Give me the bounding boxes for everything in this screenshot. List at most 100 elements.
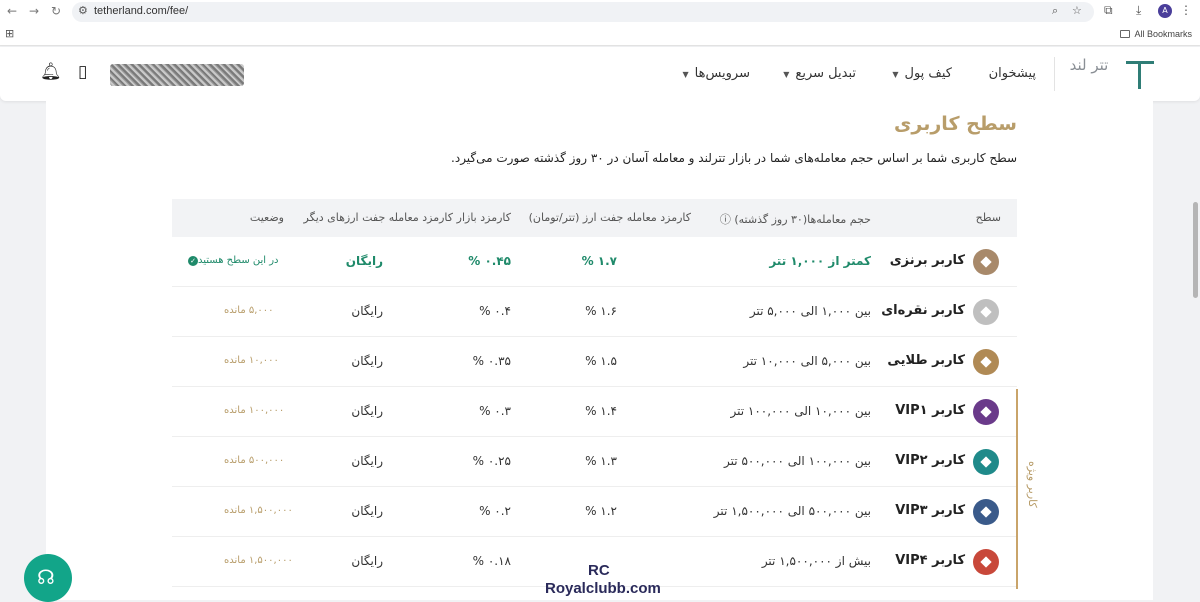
page-title: سطح کاربری <box>894 113 1017 135</box>
extensions-icon[interactable]: ⧉ <box>1104 3 1113 18</box>
table-body: کاربر برنزی کمتر از ۱,۰۰۰ تتر ۱.۷ % ۰.۴۵ % ر… <box>172 237 1017 587</box>
status-remaining: ۵۰۰,۰۰۰ مانده <box>224 455 285 466</box>
status-remaining: ۵,۰۰۰ مانده <box>224 305 274 316</box>
header-level: سطح <box>975 211 1001 224</box>
table-row: کاربر VIP۲ بین ۱۰۰,۰۰۰ الی ۵۰۰,۰۰۰ تتر ۱.۳… <box>172 437 1017 487</box>
volume-cell: بین ۵۰۰,۰۰۰ الی ۱,۵۰۰,۰۰۰ تتر <box>713 504 871 518</box>
volume-cell: بین ۵,۰۰۰ الی ۱۰,۰۰۰ تتر <box>743 354 871 368</box>
level-name: کاربر VIP۱ <box>895 403 965 418</box>
nav-wallet[interactable]: کیف پول▼ <box>892 66 952 81</box>
table-row: کاربر برنزی کمتر از ۱,۰۰۰ تتر ۱.۷ % ۰.۴۵ % ر… <box>172 237 1017 287</box>
fee-table: سطح حجم معامله‌ها(۳۰ روز گذشته) ⓘ کارمزد… <box>172 199 1017 587</box>
level-name: کاربر VIP۳ <box>895 503 965 518</box>
other-fee-cell: رایگان <box>351 554 383 568</box>
mobile-icon[interactable]: ▯ <box>78 62 87 82</box>
level-badge-icon <box>973 549 999 575</box>
nav-services[interactable]: سرویس‌ها▼ <box>682 66 750 81</box>
status-remaining: ۱,۵۰۰,۰۰۰ مانده <box>224 505 293 516</box>
bookmark-star-icon[interactable]: ☆ <box>1072 4 1082 17</box>
vip-label: کاربر ویژه <box>1026 461 1039 508</box>
header-pair-fee: کارمزد معامله جفت ارز (تتر/تومان) <box>528 211 691 224</box>
site-info-icon[interactable]: ⚙ <box>78 4 88 17</box>
level-name: کاربر VIP۲ <box>895 453 965 468</box>
folder-icon <box>1120 30 1131 38</box>
watermark-logo: RC <box>588 562 610 579</box>
level-badge-icon <box>973 399 999 425</box>
level-badge-icon <box>973 299 999 325</box>
level-badge-icon <box>973 449 999 475</box>
market-fee-cell: ۰.۳ % <box>479 404 511 418</box>
pair-fee-cell: ۱.۶ % <box>585 304 617 318</box>
market-fee-cell: ۰.۲ % <box>479 504 511 518</box>
profile-avatar[interactable]: A <box>1158 4 1172 18</box>
table-header: سطح حجم معامله‌ها(۳۰ روز گذشته) ⓘ کارمزد… <box>172 199 1017 237</box>
main-content: سطح کاربری سطح کاربری شما بر اساس حجم مع… <box>46 101 1153 600</box>
pair-fee-cell: ۱.۷ % <box>581 254 617 268</box>
other-fee-cell: رایگان <box>351 354 383 368</box>
check-circle-icon: ✓ <box>188 256 198 266</box>
notification-bell-icon[interactable]: 🔔︎ <box>40 62 62 82</box>
table-row: کاربر طلایی بین ۵,۰۰۰ الی ۱۰,۰۰۰ تتر ۱.۵ %… <box>172 337 1017 387</box>
volume-cell: بین ۱۰,۰۰۰ الی ۱۰۰,۰۰۰ تتر <box>730 404 872 418</box>
chevron-down-icon: ▼ <box>783 70 790 79</box>
all-bookmarks-button[interactable]: All Bookmarks <box>1120 29 1192 39</box>
other-fee-cell: رایگان <box>351 304 383 318</box>
level-badge-icon <box>973 349 999 375</box>
status-remaining: ۱,۵۰۰,۰۰۰ مانده <box>224 555 293 566</box>
nav-quick-exchange[interactable]: تبدیل سریع▼ <box>783 66 856 81</box>
status-current: در این سطح هستید✓ <box>184 255 279 266</box>
user-info-blurred[interactable] <box>110 64 244 86</box>
bookmarks-bar: ⊞ All Bookmarks <box>0 26 1200 46</box>
header-volume: حجم معامله‌ها(۳۰ روز گذشته) ⓘ <box>719 213 871 226</box>
volume-cell: کمتر از ۱,۰۰۰ تتر <box>769 254 871 268</box>
logo-text[interactable]: تتر لند <box>1066 57 1112 73</box>
url-text[interactable]: tetherland.com/fee/ <box>94 5 188 17</box>
header-market-fee: کارمزد بازار <box>456 211 511 224</box>
tetherland-logo-icon[interactable] <box>1126 61 1154 89</box>
table-row: کاربر VIP۱ بین ۱۰,۰۰۰ الی ۱۰۰,۰۰۰ تتر ۱.۴ … <box>172 387 1017 437</box>
page-scrollbar[interactable] <box>1193 202 1198 298</box>
volume-cell: بیش از ۱,۵۰۰,۰۰۰ تتر <box>761 554 871 568</box>
header-status: وضعیت <box>249 211 284 224</box>
table-row: کاربر VIP۳ بین ۵۰۰,۰۰۰ الی ۱,۵۰۰,۰۰۰ تتر ۱… <box>172 487 1017 537</box>
chevron-down-icon: ▼ <box>892 70 899 79</box>
level-name: کاربر برنزی <box>889 253 965 268</box>
market-fee-cell: ۰.۳۵ % <box>472 354 511 368</box>
watermark-text: Royalclubb.com <box>545 580 661 597</box>
apps-grid-icon[interactable]: ⊞ <box>5 27 14 40</box>
other-fee-cell: رایگان <box>351 504 383 518</box>
status-remaining: ۱۰۰,۰۰۰ مانده <box>224 405 285 416</box>
market-fee-cell: ۰.۲۵ % <box>472 454 511 468</box>
back-icon[interactable]: ← <box>4 3 20 19</box>
download-icon[interactable]: ⤓ <box>1136 3 1141 18</box>
pair-fee-cell: ۱.۲ % <box>585 504 617 518</box>
header-divider <box>1054 57 1055 91</box>
forward-icon[interactable]: → <box>26 3 42 19</box>
info-icon[interactable]: ⓘ <box>720 213 731 226</box>
market-fee-cell: ۰.۱۸ % <box>472 554 511 568</box>
volume-cell: بین ۱۰۰,۰۰۰ الی ۵۰۰,۰۰۰ تتر <box>724 454 871 468</box>
zoom-icon[interactable]: ⌕ <box>1052 4 1058 18</box>
site-header: تتر لند پیشخوان کیف پول▼ تبدیل سریع▼ سرو… <box>0 47 1200 101</box>
header-other-fee: کارمزد معامله جفت ارزهای دیگر <box>303 211 453 224</box>
chevron-down-icon: ▼ <box>682 70 689 79</box>
pair-fee-cell: ۱.۴ % <box>585 404 617 418</box>
level-name: کاربر طلایی <box>887 353 965 368</box>
table-row: کاربر نقره‌ای بین ۱,۰۰۰ الی ۵,۰۰۰ تتر ۱.۶ … <box>172 287 1017 337</box>
other-fee-cell: رایگان <box>351 454 383 468</box>
market-fee-cell: ۰.۴ % <box>479 304 511 318</box>
support-chat-button[interactable]: ☊ <box>24 554 72 602</box>
nav-counter[interactable]: پیشخوان <box>989 66 1036 81</box>
page-description: سطح کاربری شما بر اساس حجم معامله‌های شم… <box>451 151 1017 165</box>
address-bar[interactable]: ⚙ tetherland.com/fee/ ⌕ ☆ <box>72 2 1094 22</box>
reload-icon[interactable]: ↻ <box>48 3 64 19</box>
market-fee-cell: ۰.۴۵ % <box>468 254 511 268</box>
pair-fee-cell: ۱.۵ % <box>585 354 617 368</box>
level-badge-icon <box>973 249 999 275</box>
browser-chrome: ← → ↻ ⚙ tetherland.com/fee/ ⌕ ☆ ⧉ ⤓ A ⋮ … <box>0 0 1200 46</box>
pair-fee-cell: ۱.۳ % <box>585 454 617 468</box>
level-name: کاربر نقره‌ای <box>881 303 965 318</box>
level-badge-icon <box>973 499 999 525</box>
volume-cell: بین ۱,۰۰۰ الی ۵,۰۰۰ تتر <box>749 304 871 318</box>
more-menu-icon[interactable]: ⋮ <box>1180 3 1192 17</box>
